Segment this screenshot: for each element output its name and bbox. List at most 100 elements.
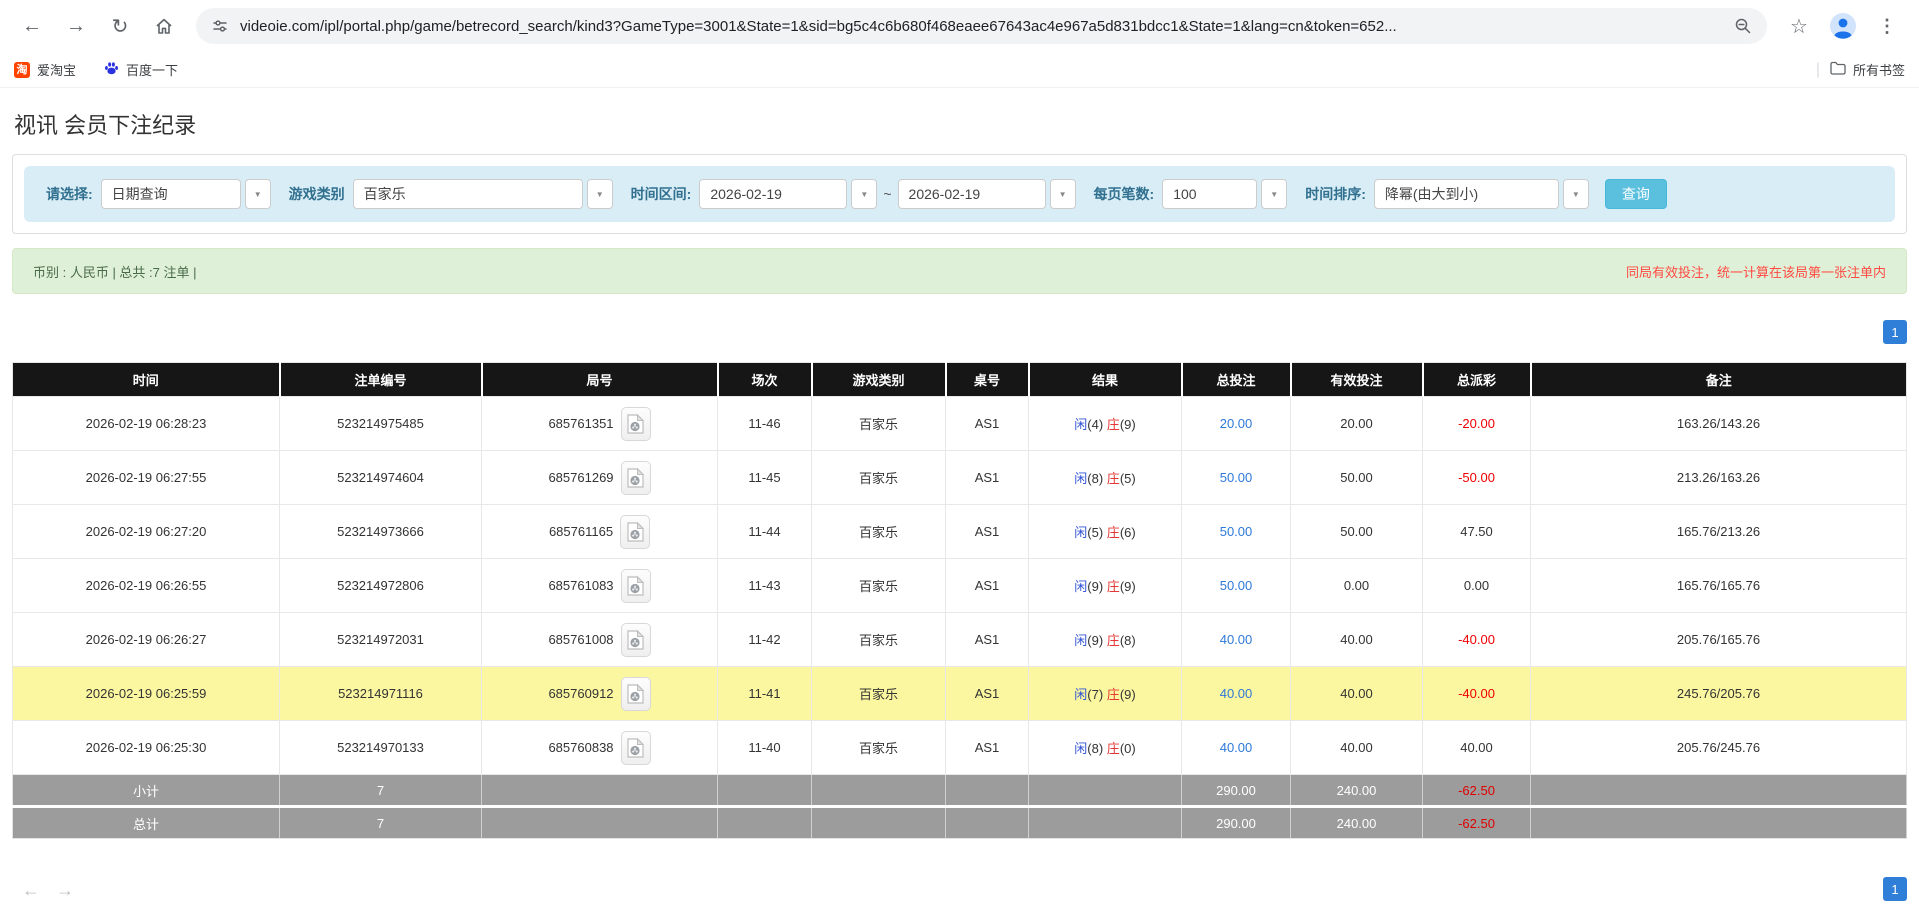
- date-to-select[interactable]: 2026-02-19: [898, 179, 1046, 209]
- bookmark-label: 爱淘宝: [37, 60, 76, 79]
- video-replay-button[interactable]: [621, 461, 651, 495]
- baidu-paw-icon: [104, 61, 119, 79]
- cell-valid-bet: 0.00: [1291, 559, 1423, 613]
- select-type-label: 请选择:: [46, 184, 93, 204]
- cell-table-no: AS1: [946, 451, 1029, 505]
- cell-total-bet: 50.00: [1182, 559, 1291, 613]
- cell-table-no: AS1: [946, 721, 1029, 775]
- cell-valid-bet: 40.00: [1291, 667, 1423, 721]
- cell-note: 245.76/205.76: [1531, 667, 1907, 721]
- page-number-button[interactable]: 1: [1883, 320, 1907, 344]
- total-bet-link[interactable]: 20.00: [1220, 416, 1253, 431]
- cell-round-id: 685761351: [482, 397, 718, 451]
- date-from-select[interactable]: 2026-02-19: [699, 179, 847, 209]
- bookmark-baidu[interactable]: 百度一下: [104, 60, 178, 79]
- page-content: 视讯 会员下注纪录 请选择: 日期查询 ▼ 游戏类别 百家乐 ▼ 时间区间: 2…: [0, 108, 1919, 901]
- cell-result: 闲(4) 庄(9): [1029, 397, 1182, 451]
- cell-valid-bet: 40.00: [1291, 721, 1423, 775]
- cell-note: 163.26/143.26: [1531, 397, 1907, 451]
- cell-table-no: AS1: [946, 559, 1029, 613]
- cell-game: 百家乐: [812, 397, 946, 451]
- cell-round-id: 685761165: [482, 505, 718, 559]
- video-file-icon: [627, 738, 644, 758]
- query-type-select[interactable]: 日期查询: [101, 179, 241, 209]
- cell-bet-id: 523214970133: [280, 721, 482, 775]
- url-text[interactable]: videoie.com/ipl/portal.php/game/betrecor…: [240, 18, 1731, 35]
- valid-bet-notice: 同局有效投注，统一计算在该局第一张注单内: [1626, 262, 1886, 281]
- video-replay-button[interactable]: [621, 731, 651, 765]
- total-bet-link[interactable]: 50.00: [1220, 524, 1253, 539]
- filter-panel: 请选择: 日期查询 ▼ 游戏类别 百家乐 ▼ 时间区间: 2026-02-19 …: [12, 154, 1907, 234]
- cell-bet-id: 523214973666: [280, 505, 482, 559]
- video-replay-button[interactable]: [621, 623, 651, 657]
- cell-game: 百家乐: [812, 505, 946, 559]
- video-replay-button[interactable]: [621, 677, 651, 711]
- sort-label: 时间排序:: [1305, 184, 1366, 204]
- total-bet-link[interactable]: 50.00: [1220, 578, 1253, 593]
- chevron-down-icon[interactable]: ▼: [851, 179, 877, 209]
- subtotal-row: 小计7290.00240.00-62.50: [13, 775, 1907, 807]
- page-title: 视讯 会员下注纪录: [14, 108, 1907, 140]
- page-number-button[interactable]: 1: [1883, 877, 1907, 901]
- reload-icon[interactable]: ↻: [102, 8, 138, 44]
- video-replay-button[interactable]: [620, 515, 650, 549]
- column-header: 时间: [13, 363, 280, 397]
- table-row: 2026-02-19 06:28:23523214975485685761351…: [13, 397, 1907, 451]
- video-replay-button[interactable]: [621, 569, 651, 603]
- cell-note: 213.26/163.26: [1531, 451, 1907, 505]
- total-bet-link[interactable]: 40.00: [1220, 740, 1253, 755]
- forward-icon[interactable]: →: [58, 8, 94, 44]
- time-range-label: 时间区间:: [631, 184, 692, 204]
- address-bar[interactable]: videoie.com/ipl/portal.php/game/betrecor…: [196, 8, 1767, 44]
- cell-table-no: AS1: [946, 397, 1029, 451]
- table-header-row: 时间注单编号局号场次游戏类别桌号结果总投注有效投注总派彩备注: [13, 363, 1907, 397]
- next-page-arrow-icon[interactable]: →: [56, 880, 74, 901]
- column-header: 有效投注: [1291, 363, 1423, 397]
- total-bet-link[interactable]: 50.00: [1220, 470, 1253, 485]
- game-type-label: 游戏类别: [289, 184, 345, 204]
- video-replay-button[interactable]: [621, 407, 651, 441]
- all-bookmarks-button[interactable]: 所有书签: [1830, 60, 1905, 79]
- total-bet-link[interactable]: 40.00: [1220, 686, 1253, 701]
- video-file-icon: [627, 414, 644, 434]
- cell-round-id: 685760912: [482, 667, 718, 721]
- summary-info-bar: 币别 : 人民币 | 总共 :7 注单 | 同局有效投注，统一计算在该局第一张注…: [12, 248, 1907, 294]
- cell-result: 闲(9) 庄(8): [1029, 613, 1182, 667]
- cell-note: 205.76/245.76: [1531, 721, 1907, 775]
- table-row: 2026-02-19 06:26:27523214972031685761008…: [13, 613, 1907, 667]
- profile-avatar[interactable]: [1827, 10, 1859, 42]
- cell-total-bet: 50.00: [1182, 451, 1291, 505]
- zoom-out-icon[interactable]: [1731, 14, 1755, 38]
- chevron-down-icon[interactable]: ▼: [587, 179, 613, 209]
- page-size-select[interactable]: 100: [1162, 179, 1257, 209]
- site-info-icon[interactable]: [208, 14, 232, 38]
- bookmark-aitaobao[interactable]: 淘 爱淘宝: [14, 60, 76, 79]
- chevron-down-icon[interactable]: ▼: [1563, 179, 1589, 209]
- chevron-down-icon[interactable]: ▼: [1261, 179, 1287, 209]
- column-header: 场次: [718, 363, 812, 397]
- cell-result: 闲(7) 庄(9): [1029, 667, 1182, 721]
- cell-payout: -20.00: [1423, 397, 1531, 451]
- cell-game: 百家乐: [812, 613, 946, 667]
- chevron-down-icon[interactable]: ▼: [245, 179, 271, 209]
- summary-valid-bet: 240.00: [1291, 807, 1423, 839]
- cell-bet-id: 523214971116: [280, 667, 482, 721]
- column-header: 桌号: [946, 363, 1029, 397]
- prev-page-arrow-icon[interactable]: ←: [22, 880, 40, 901]
- folder-icon: [1830, 61, 1846, 78]
- cell-result: 闲(5) 庄(6): [1029, 505, 1182, 559]
- chevron-down-icon[interactable]: ▼: [1050, 179, 1076, 209]
- sort-select[interactable]: 降幂(由大到小): [1374, 179, 1559, 209]
- browser-menu-icon[interactable]: ⋮: [1869, 8, 1905, 44]
- game-type-select[interactable]: 百家乐: [353, 179, 583, 209]
- summary-total-bet: 290.00: [1182, 807, 1291, 839]
- bookmark-star-icon[interactable]: ☆: [1781, 8, 1817, 44]
- cell-table-no: AS1: [946, 667, 1029, 721]
- video-file-icon: [627, 630, 644, 650]
- home-icon[interactable]: [146, 8, 182, 44]
- search-button[interactable]: 查询: [1605, 179, 1667, 209]
- cell-session: 11-40: [718, 721, 812, 775]
- total-bet-link[interactable]: 40.00: [1220, 632, 1253, 647]
- cell-payout: -40.00: [1423, 667, 1531, 721]
- back-icon[interactable]: ←: [14, 8, 50, 44]
